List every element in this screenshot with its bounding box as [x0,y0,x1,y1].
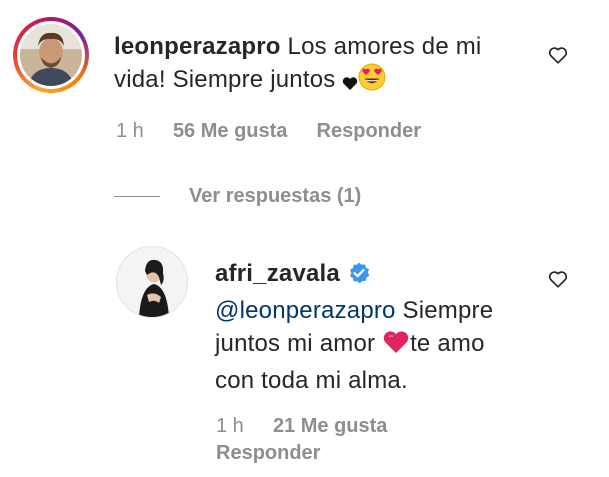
view-replies-label: Ver respuestas (1) [189,184,362,207]
comment-username[interactable]: leonperazapro [114,33,281,60]
reply-username[interactable]: afri_zavala [215,260,340,287]
reply-meta: 1 h 21 Me gusta Responder [216,413,387,467]
red-heart-emoji-icon [382,329,410,364]
comment-meta: 1 h 56 Me gusta Responder [116,120,421,143]
comment-reply-button[interactable]: Responder [317,120,421,142]
comment: leonperazapro Los amores de mi vida! Sie… [0,0,609,160]
reply-text-line2a: juntos mi amor [215,330,376,357]
comment-text-line1: Los amores de mi [287,33,482,60]
reply-text-line2b: te amo [410,330,485,357]
divider [114,195,160,197]
avatar [20,24,82,86]
comment-likes[interactable]: 56 Me gusta [173,120,287,142]
reply-time[interactable]: 1 h [216,415,244,437]
reply-text-part1: Siempre [402,297,494,324]
reply-reply-button[interactable]: Responder [216,442,320,464]
comment-time[interactable]: 1 h [116,120,144,142]
heart-eyes-emoji-icon [358,63,386,100]
comment-body: leonperazapro Los amores de mi vida! Sie… [114,30,534,100]
reply-text-line3: con toda mi alma. [215,367,408,394]
reply-mention-link[interactable]: @leonperazapro [215,297,396,324]
reply-like-button[interactable] [547,268,569,295]
avatar[interactable] [116,246,188,318]
comment-text-line2: vida! Siempre juntos [114,66,336,93]
comment-like-button[interactable] [547,44,569,71]
reply-likes[interactable]: 21 Me gusta [273,415,387,437]
verified-badge-icon [347,261,371,294]
reply-comment-body: afri_zavala @leonperazapro Siempre junto… [215,257,545,397]
avatar-story-ring[interactable] [13,17,89,93]
heart-outline-icon [548,271,568,288]
black-heart-icon [342,67,358,100]
view-replies-toggle[interactable]: Ver respuestas (1) [114,183,361,209]
reply-comment: afri_zavala @leonperazapro Siempre junto… [0,230,609,470]
heart-outline-icon [548,47,568,64]
